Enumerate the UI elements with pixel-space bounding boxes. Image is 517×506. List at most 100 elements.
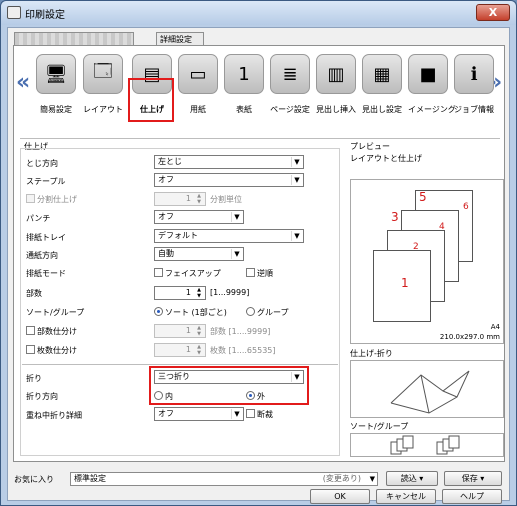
load-button[interactable]: 読込 ▾ — [386, 471, 438, 486]
category-label: レイアウト — [83, 105, 123, 114]
scroll-left-arrow-icon[interactable]: « — [16, 70, 30, 95]
category-simple[interactable]: 🖥 簡易設定 — [36, 54, 76, 115]
radio-selected-icon — [154, 307, 163, 316]
binding-select[interactable]: 左とじ ▼ — [154, 155, 304, 169]
split-label: 分割仕上げ — [37, 195, 77, 204]
monitor-printer-icon: 🖥 — [36, 54, 76, 94]
overlap-fold-select[interactable]: オフ ▼ — [154, 407, 244, 421]
split-unit: 分割単位 — [210, 195, 242, 204]
category-paper[interactable]: ▭ 用紙 — [178, 54, 218, 115]
load-label: 読込 — [400, 474, 417, 483]
close-button[interactable]: X — [476, 4, 510, 21]
category-label: イメージング — [408, 105, 456, 114]
faceup-label: フェイスアップ — [165, 269, 221, 278]
tab-settings-icon: ▦ — [362, 54, 402, 94]
spinner-arrows-icon: ▲ ▼ — [197, 344, 201, 356]
help-button[interactable]: ヘルプ — [442, 489, 502, 504]
sort-preview-title: ソート/グループ — [350, 422, 409, 431]
cut-label: 断裁 — [257, 410, 273, 419]
cover-page-icon: 1 — [224, 54, 264, 94]
sort-radio[interactable]: ソート (1部ごと) — [154, 307, 227, 318]
output-tray-select[interactable]: デフォルト ▼ — [154, 229, 304, 243]
category-label: ページ設定 — [270, 105, 310, 114]
tab-detail-settings[interactable]: 詳細設定 — [156, 32, 204, 46]
preview-title: プレビュー — [350, 142, 390, 151]
sheet-split-label: 枚数仕分け — [37, 346, 77, 355]
staple-select[interactable]: オフ ▼ — [154, 173, 304, 187]
set-split-spinner[interactable]: 1 ▲ ▼ — [154, 324, 206, 338]
radio-icon — [246, 307, 255, 316]
overlap-fold-label: 重ね中折り詳細 — [26, 411, 82, 420]
copies-spinner[interactable]: 1 ▲ ▼ — [154, 286, 206, 300]
feed-direction-select[interactable]: 自動 ▼ — [154, 247, 244, 261]
page-number: 1 — [401, 276, 409, 290]
chevron-down-icon: ▼ — [369, 475, 375, 483]
category-page-setup[interactable]: ≣ ページ設定 — [270, 54, 310, 115]
chevron-down-icon: ▼ — [291, 157, 302, 167]
sheet-split-checkbox[interactable]: 枚数仕分け — [26, 345, 77, 356]
category-label: 用紙 — [190, 105, 206, 114]
favorites-label: お気に入り — [14, 475, 54, 484]
checkbox-box — [246, 268, 255, 277]
reverse-label: 逆順 — [257, 269, 273, 278]
page-number: 2 — [413, 242, 419, 252]
page-number: 6 — [463, 202, 469, 212]
trifold-icon — [390, 370, 470, 414]
group-radio[interactable]: グループ — [246, 307, 289, 318]
faceup-checkbox[interactable]: フェイスアップ — [154, 268, 221, 279]
dialog-client: 詳細設定 « » 🖥 簡易設定 🗔 レイアウト ▤ 仕上げ ▭ 用紙 1 表紙 … — [7, 27, 511, 504]
category-layout[interactable]: 🗔 レイアウト — [83, 54, 123, 115]
group-option-label: グループ — [257, 308, 289, 317]
staple-value: オフ — [158, 175, 174, 184]
favorites-select[interactable]: 標準設定 (変更あり) ▼ — [70, 472, 378, 486]
divider — [20, 138, 500, 139]
tab-insert-icon: ▥ — [316, 54, 356, 94]
category-tab-insert[interactable]: ▥ 見出し挿入 — [316, 54, 356, 115]
chevron-down-icon: ▼ — [231, 212, 242, 222]
reverse-order-checkbox[interactable]: 逆順 — [246, 268, 273, 279]
chevron-down-icon: ▼ — [291, 175, 302, 185]
paper-dims: 210.0x297.0 mm — [439, 333, 500, 341]
tab-hidden[interactable] — [14, 32, 134, 46]
sort-option-label: ソート (1部ごと) — [165, 308, 227, 317]
spinner-arrows-icon: ▲ ▼ — [197, 287, 201, 299]
category-label: 表紙 — [236, 105, 252, 114]
chevron-down-icon: ▾ — [419, 474, 424, 483]
title-bar: 印刷設定 X — [1, 1, 516, 25]
category-imaging[interactable]: ■ イメージング — [408, 54, 456, 115]
ok-button[interactable]: OK — [310, 489, 370, 504]
set-split-checkbox[interactable]: 部数仕分け — [26, 326, 77, 337]
checkbox-box — [26, 326, 35, 335]
category-tab-settings[interactable]: ▦ 見出し設定 — [362, 54, 402, 115]
favorites-status: (変更あり) — [322, 474, 361, 483]
split-value: 1 — [185, 194, 191, 203]
printer-icon — [7, 6, 21, 19]
save-label: 保存 — [461, 474, 478, 483]
checkbox-box — [26, 345, 35, 354]
split-finish-checkbox[interactable]: 分割仕上げ — [26, 194, 77, 205]
selected-category-highlight — [128, 78, 174, 122]
copies-value: 1 — [185, 288, 191, 297]
layout-monitor-icon: 🗔 — [83, 54, 123, 94]
split-spinner[interactable]: 1 ▲ ▼ — [154, 192, 206, 206]
info-icon: ℹ — [454, 54, 494, 94]
category-cover[interactable]: 1 表紙 — [224, 54, 264, 115]
cancel-button[interactable]: キャンセル — [376, 489, 436, 504]
punch-value: オフ — [158, 212, 174, 221]
page-number: 4 — [439, 222, 445, 232]
sheet-split-spinner[interactable]: 1 ▲ ▼ — [154, 343, 206, 357]
bottom-bar: お気に入り 標準設定 (変更あり) ▼ 読込 ▾ 保存 ▾ OK キャンセル ヘ… — [8, 466, 511, 504]
save-button[interactable]: 保存 ▾ — [444, 471, 502, 486]
fold-label: 折り — [26, 374, 42, 383]
copies-range: [1...9999] — [210, 288, 250, 297]
chevron-down-icon: ▼ — [231, 249, 242, 259]
category-job-info[interactable]: ℹ ジョブ情報 — [454, 54, 494, 115]
fold-preview-image — [350, 360, 504, 418]
paper-icon: ▭ — [178, 54, 218, 94]
punch-select[interactable]: オフ ▼ — [154, 210, 244, 224]
spinner-arrows-icon: ▲ ▼ — [197, 325, 201, 337]
copies-label: 部数 — [26, 289, 42, 298]
cut-checkbox[interactable]: 断裁 — [246, 409, 273, 420]
binding-value: 左とじ — [158, 157, 182, 166]
fold-direction-label: 折り方向 — [26, 392, 58, 401]
